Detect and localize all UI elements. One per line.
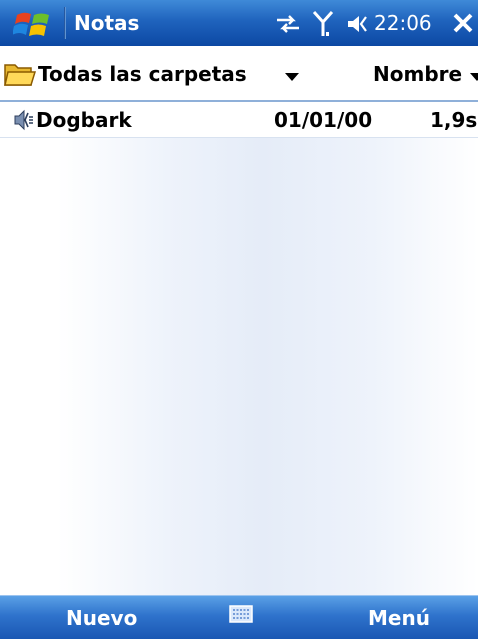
start-button[interactable]: [0, 0, 64, 46]
folder-icon: [4, 64, 36, 86]
connectivity-icon[interactable]: [275, 13, 301, 35]
menu-button[interactable]: Menú: [280, 596, 478, 639]
title-bar: Notas 22:06: [0, 0, 478, 46]
new-button-label: Nuevo: [66, 606, 138, 630]
title-separator: [64, 7, 66, 39]
dropdown-arrow-icon: [285, 73, 299, 81]
signal-antenna-icon[interactable]: [312, 10, 334, 38]
app-title: Notas: [74, 11, 140, 35]
file-name: Dogbark: [36, 108, 132, 132]
keyboard-icon: [229, 605, 253, 623]
softkey-bar: Nuevo Menú: [0, 595, 478, 639]
file-length: 1,9s: [430, 108, 478, 132]
list-item[interactable]: Dogbark 01/01/00 1,9s: [0, 102, 478, 138]
sort-dropdown-label: Nombre: [373, 62, 463, 86]
pocket-pc-screen: Notas 22:06 Todas las carpetas Nombre Do…: [0, 0, 478, 639]
sort-dropdown[interactable]: Nombre: [370, 46, 478, 102]
menu-button-label: Menú: [368, 606, 430, 630]
close-icon: [453, 13, 473, 33]
windows-flag-icon: [13, 12, 49, 36]
folder-dropdown[interactable]: Todas las carpetas: [38, 46, 318, 102]
clock[interactable]: 22:06: [374, 11, 432, 35]
folder-dropdown-label: Todas las carpetas: [38, 62, 247, 86]
new-button[interactable]: Nuevo: [0, 596, 200, 639]
dropdown-arrow-icon: [470, 73, 478, 81]
sound-recording-icon: [14, 109, 33, 131]
file-list: Dogbark 01/01/00 1,9s: [0, 102, 478, 138]
content-area: Todas las carpetas Nombre Dogbark 01/01/…: [0, 46, 478, 595]
file-date: 01/01/00: [274, 108, 373, 132]
folder-bar: Todas las carpetas Nombre: [0, 46, 478, 102]
input-panel-button[interactable]: [220, 596, 260, 639]
speaker-icon[interactable]: [346, 13, 372, 35]
close-button[interactable]: [448, 0, 478, 46]
